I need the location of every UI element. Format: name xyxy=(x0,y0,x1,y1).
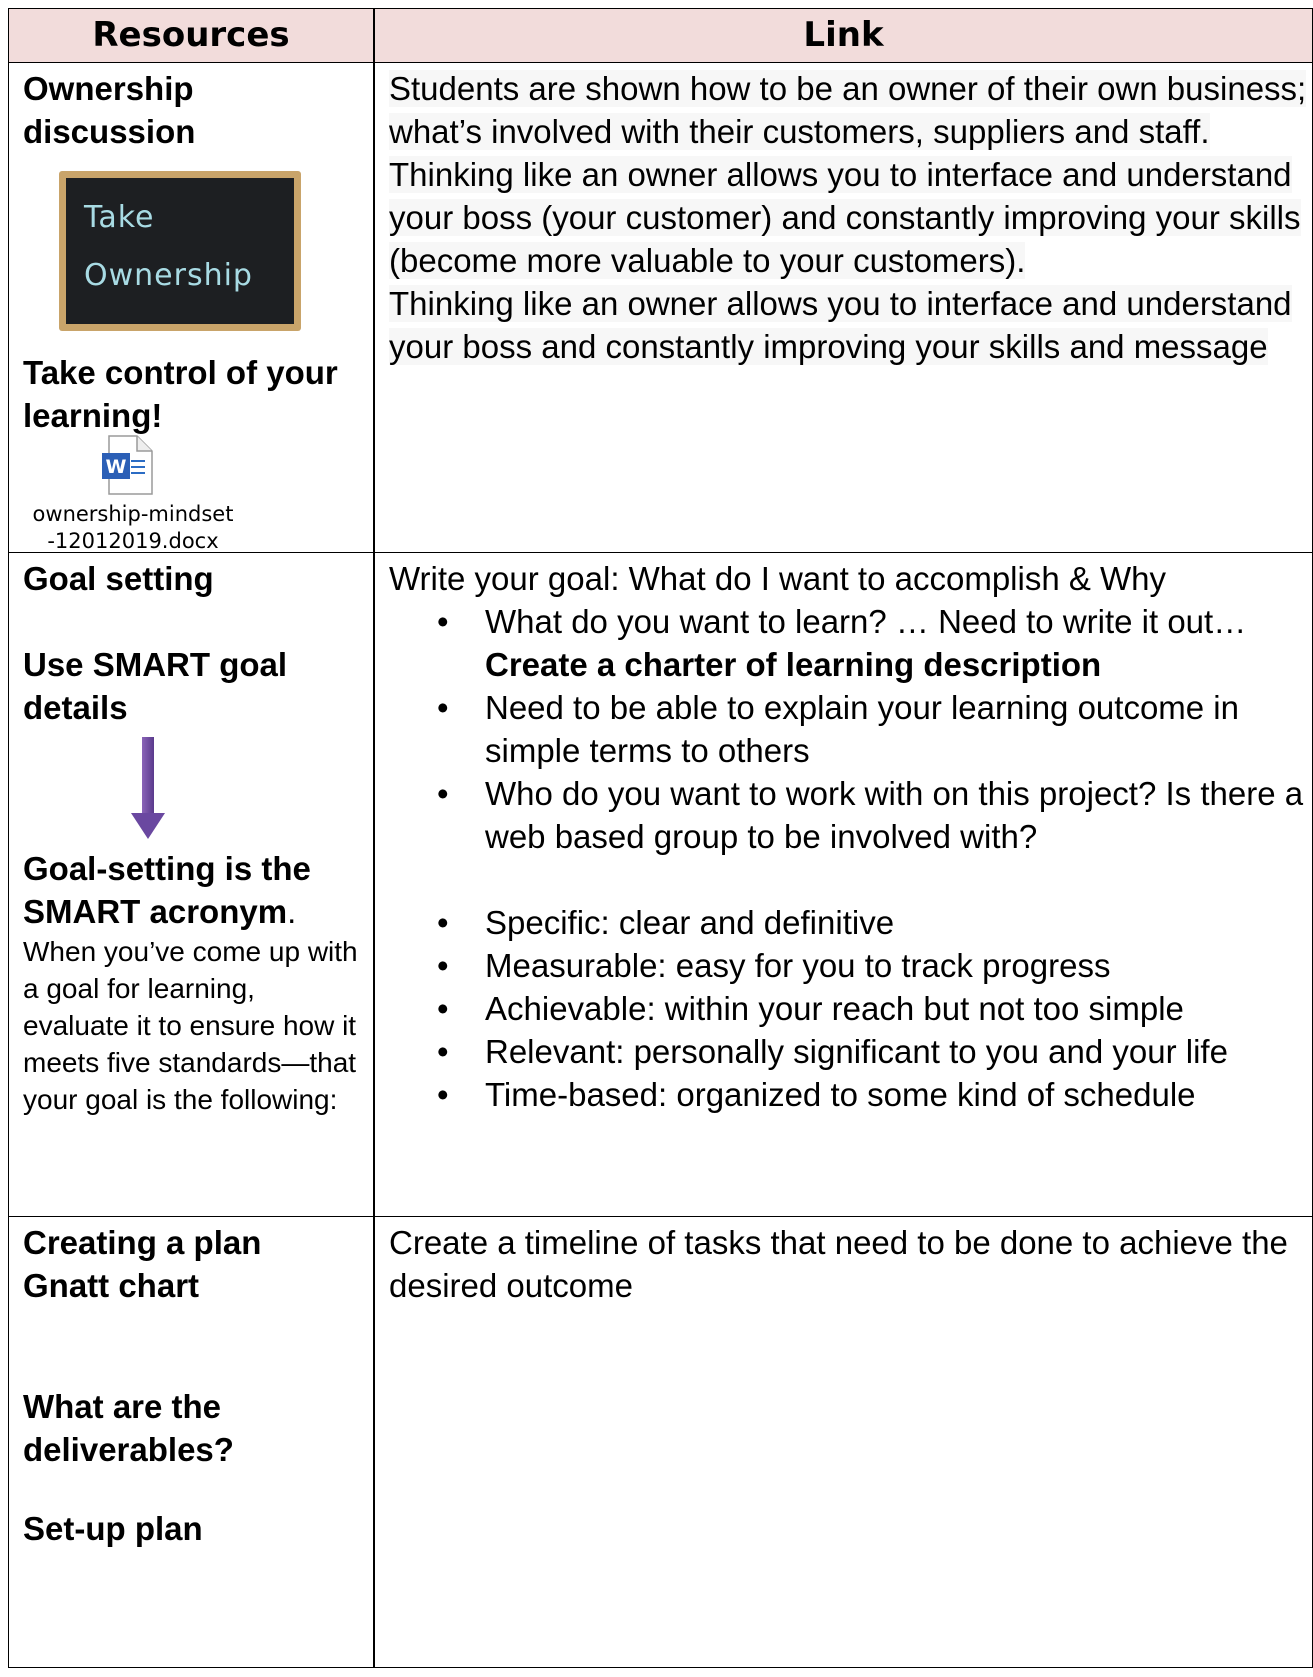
word-doc-icon[interactable]: W xyxy=(101,435,153,495)
header-link: Link xyxy=(803,15,884,55)
smart-goal-subtitle: Use SMART goal details xyxy=(23,646,288,726)
take-control-heading: Take control of your learning! xyxy=(23,354,338,434)
goal-intro: Write your goal: What do I want to accom… xyxy=(389,560,1167,597)
creating-plan-title: Creating a plan Gnatt chart xyxy=(23,1224,262,1304)
list-item: Achievable: within your reach but not to… xyxy=(437,987,1309,1030)
ownership-link-text: Students are shown how to be an owner of… xyxy=(389,67,1309,368)
ownership-title: Ownership discussion xyxy=(23,70,196,150)
ownership-paragraph-1: Students are shown how to be an owner of… xyxy=(389,70,1307,279)
list-item: Measurable: easy for you to track progre… xyxy=(437,944,1309,987)
attachment-filename[interactable]: ownership-mindset -12012019.docx xyxy=(23,501,243,555)
table-header: Resources Link xyxy=(9,9,1312,63)
table-row-creating-plan: Creating a plan Gnatt chart What are the… xyxy=(9,1217,1312,1677)
column-divider-header xyxy=(373,9,375,1667)
smart-description: When you’ve come up with a goal for lear… xyxy=(23,936,358,1115)
table-row-goal-setting: Goal setting Use SMART goal details Goal… xyxy=(9,553,1312,1217)
chalk-text-line2: Ownership xyxy=(84,258,253,293)
goal-setting-link-text: Write your goal: What do I want to accom… xyxy=(389,557,1309,1116)
goal-setting-title: Goal setting xyxy=(23,560,214,597)
take-ownership-image: Take Ownership xyxy=(59,171,301,331)
ownership-paragraph-2: Thinking like an owner allows you to int… xyxy=(389,285,1292,365)
header-resources: Resources xyxy=(92,15,290,55)
list-item: Who do you want to work with on this pro… xyxy=(437,772,1309,858)
chalk-text-line1: Take xyxy=(84,200,155,235)
setup-plan-label: Set-up plan xyxy=(23,1510,203,1547)
svg-text:W: W xyxy=(106,456,127,478)
creating-plan-link-text: Create a timeline of tasks that need to … xyxy=(389,1224,1288,1304)
resources-table: Resources Link Ownership discussion Take… xyxy=(8,8,1313,1668)
list-item: Specific: clear and definitive xyxy=(437,901,1309,944)
goal-questions-list: What do you want to learn? … Need to wri… xyxy=(389,600,1309,858)
list-item: Need to be able to explain your learning… xyxy=(437,686,1309,772)
down-arrow-icon xyxy=(131,737,165,839)
deliverables-question: What are the deliverables? xyxy=(23,1388,234,1468)
table-row-ownership: Ownership discussion Take Ownership Take… xyxy=(9,63,1312,553)
list-item: Time-based: organized to some kind of sc… xyxy=(437,1073,1309,1116)
smart-acronym-heading: Goal-setting is the SMART acronym. xyxy=(23,850,311,930)
list-item: What do you want to learn? … Need to wri… xyxy=(437,600,1309,686)
list-item: Relevant: personally significant to you … xyxy=(437,1030,1309,1073)
smart-criteria-list: Specific: clear and definitive Measurabl… xyxy=(389,901,1309,1116)
